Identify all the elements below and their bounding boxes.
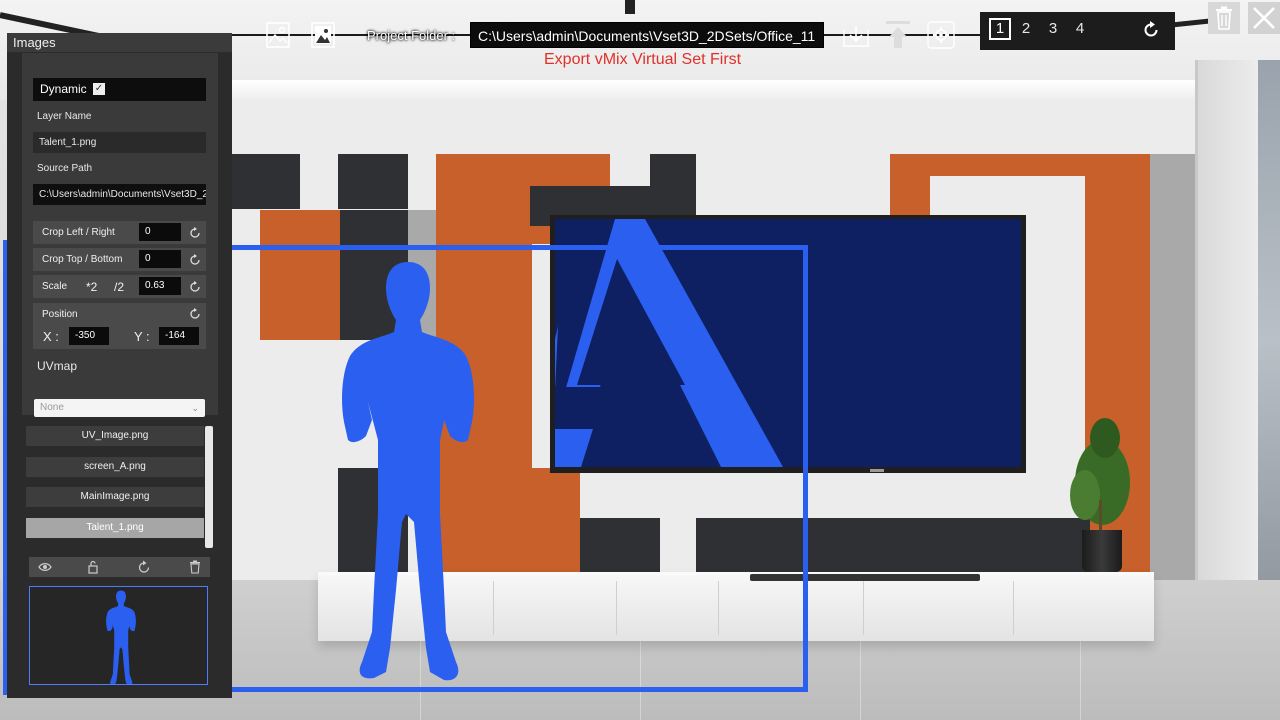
uvmap-value: None [40,402,64,413]
import-button[interactable] [840,19,872,51]
ceiling-light-strip [625,0,635,14]
reload-button[interactable] [1141,20,1161,45]
scene-3-button[interactable]: 3 [1044,20,1062,38]
scale-input[interactable]: 0.63 [139,277,181,295]
x-label: X : [43,329,59,344]
crop-lr-input[interactable]: 0 [139,223,181,241]
image-icon [266,22,290,48]
reset-scale-icon[interactable] [189,281,201,293]
crop-lr-label: Crop Left / Right [42,227,115,238]
crop-tb-input[interactable]: 0 [139,250,181,268]
close-button[interactable] [1248,2,1280,34]
layer-preview [29,586,208,685]
layer-properties: Dynamic ✓ Layer Name Talent_1.png Source… [22,53,218,417]
upload-icon [886,21,910,48]
reset-position-icon[interactable] [189,308,201,320]
scene-2-button[interactable]: 2 [1017,20,1035,38]
uvmap-select[interactable]: None ⌄ [34,399,205,417]
talent-silhouette[interactable] [338,260,478,685]
layer-item-talent-1[interactable]: Talent_1.png [26,518,204,538]
talent-thumbnail [106,590,136,684]
layer-item-main-image[interactable]: MainImage.png [26,487,204,507]
dynamic-toggle-row[interactable]: Dynamic ✓ [33,78,206,101]
scale-half-button[interactable]: /2 [114,280,124,294]
dynamic-label: Dynamic [40,82,87,96]
reset-crop-tb-icon[interactable] [189,254,201,266]
scene-4-button[interactable]: 4 [1071,20,1089,38]
download-icon [843,26,869,47]
image-frame-icon [311,22,335,48]
layer-bounding-box[interactable] [225,245,808,692]
layer-item-screen-a[interactable]: screen_A.png [26,457,204,477]
y-label: Y : [134,329,150,344]
unlock-icon[interactable] [86,560,100,574]
reset-crop-lr-icon[interactable] [189,227,201,239]
layer-item-uv-image[interactable]: UV_Image.png [26,426,204,446]
position-group: Position X : -350 Y : -164 [33,303,206,349]
add-image-button[interactable] [262,19,294,51]
scale-label: Scale [42,281,68,292]
delete-button[interactable] [1208,2,1240,34]
chevron-down-icon: ⌄ [191,403,199,413]
layer-toolbar [29,557,210,577]
export-button[interactable] [882,19,914,51]
project-folder-label: Project Folder : [367,28,456,43]
window [1195,60,1280,620]
export-warning: Export vMix Virtual Set First [544,51,742,68]
crop-tb-label: Crop Top / Bottom [42,254,123,265]
refresh-icon[interactable] [137,560,151,574]
panel-title: Images [7,33,232,52]
layer-list: UV_Image.png screen_A.png MainImage.png … [26,426,216,550]
images-panel: Images Dynamic ✓ Layer Name Talent_1.png… [7,33,232,698]
scene-1-button[interactable]: 1 [989,18,1011,40]
position-label: Position [42,309,78,320]
uvmap-label: UVmap [37,359,78,373]
gear-icon [927,21,955,49]
add-image-frame-button[interactable] [307,19,339,51]
position-y-input[interactable]: -164 [159,327,199,345]
trash-icon [1216,6,1232,30]
scale-double-button[interactable]: *2 [86,280,97,294]
source-path-label: Source Path [37,163,93,174]
scale-row: Scale *2 /2 0.63 [33,275,206,298]
layer-name-input[interactable]: Talent_1.png [33,132,206,153]
crop-tb-row: Crop Top / Bottom 0 [33,248,206,271]
layer-list-scrollbar[interactable] [205,426,213,548]
layer-name-label: Layer Name [37,111,92,122]
trash-icon[interactable] [188,560,202,574]
refresh-icon [1144,21,1158,37]
close-icon [1253,7,1275,29]
crop-lr-row: Crop Left / Right 0 [33,221,206,244]
dynamic-checkbox[interactable]: ✓ [93,83,105,95]
position-x-input[interactable]: -350 [69,327,109,345]
source-path-input[interactable]: C:\Users\admin\Documents\Vset3D_2D [33,184,206,205]
project-folder-input[interactable]: C:\Users\admin\Documents\Vset3D_2DSets/O… [470,22,824,48]
settings-button[interactable] [925,19,957,51]
eye-icon[interactable] [38,560,52,574]
